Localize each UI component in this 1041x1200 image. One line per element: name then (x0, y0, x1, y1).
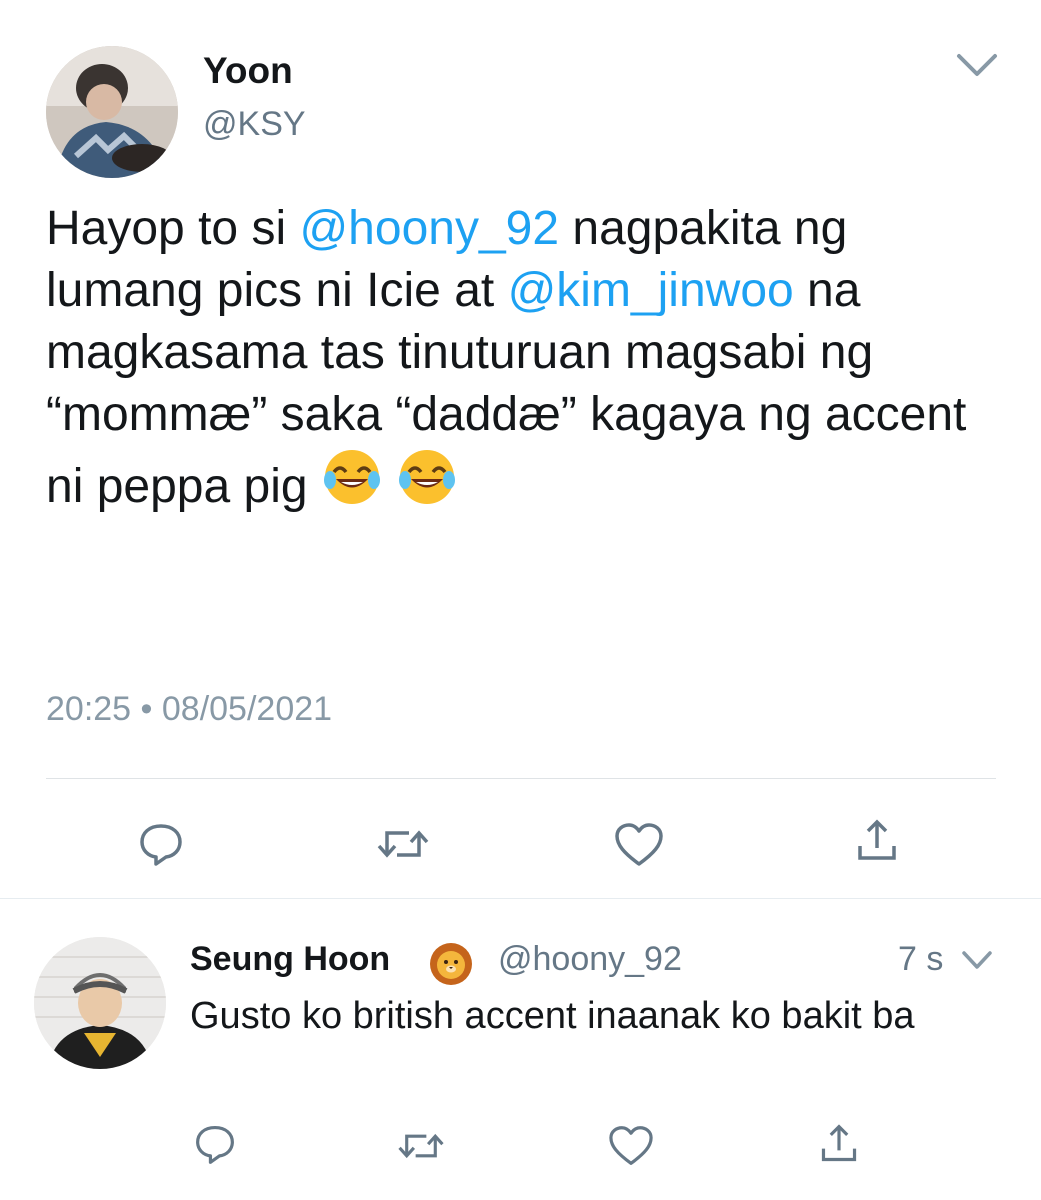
reply-author-handle[interactable]: @hoony_92 (498, 940, 682, 979)
section-separator (0, 898, 1041, 899)
author-handle[interactable]: @KSY (203, 105, 306, 144)
reply-like-icon[interactable] (608, 1125, 654, 1172)
tears-of-joy-emoji-icon (321, 446, 383, 524)
reply-icon[interactable] (138, 821, 184, 872)
tweet-text-part: Hayop to si (46, 202, 300, 255)
reply-author-name[interactable]: Seung Hoon (190, 940, 390, 979)
more-options-chevron-icon[interactable] (955, 50, 999, 80)
reply-timestamp: 7 s (898, 940, 944, 978)
tweet-text: Hayop to si @hoony_92 nagpakita ng luman… (46, 198, 1006, 524)
mention-link[interactable]: @hoony_92 (299, 202, 559, 255)
author-avatar[interactable] (46, 46, 178, 178)
reply-share-icon[interactable] (818, 1123, 860, 1170)
share-icon[interactable] (854, 818, 900, 869)
lion-face-emoji-icon (428, 941, 474, 992)
author-name[interactable]: Yoon (203, 50, 293, 92)
reply-reply-icon[interactable] (194, 1123, 236, 1170)
reply-more-chevron-icon[interactable] (960, 949, 994, 978)
reply-text: Gusto ko british accent inaanak ko bakit… (190, 995, 915, 1037)
reply-retweet-icon[interactable] (396, 1125, 446, 1172)
retweet-icon[interactable] (375, 821, 431, 872)
like-icon[interactable] (614, 822, 664, 873)
tweet-timestamp[interactable]: 20:25 • 08/05/2021 (46, 690, 332, 729)
tears-of-joy-emoji-icon (396, 446, 458, 524)
reply-author-avatar[interactable] (34, 937, 166, 1069)
divider (46, 778, 996, 779)
mention-link[interactable]: @kim_jinwoo (508, 264, 794, 317)
